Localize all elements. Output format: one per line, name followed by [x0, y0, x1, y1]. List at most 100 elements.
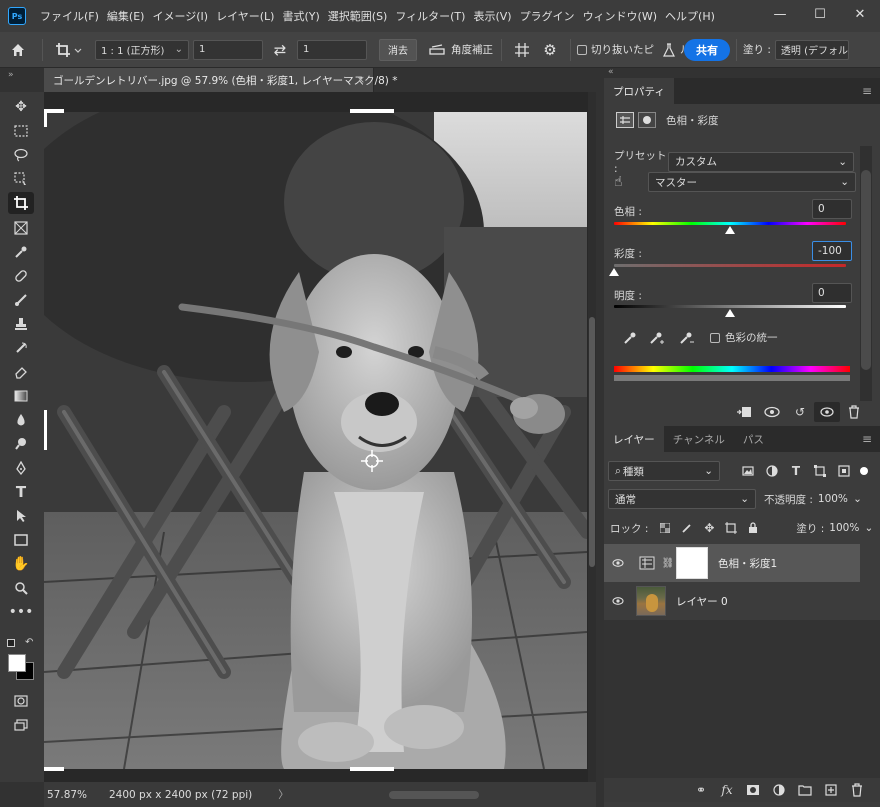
preset-select[interactable]: カスタム ⌄	[668, 151, 854, 172]
filter-pixel-icon[interactable]	[736, 466, 760, 476]
fill-select[interactable]: 透明 (デフォル	[774, 39, 849, 60]
eyedropper-add-icon[interactable]	[642, 331, 672, 345]
lasso-tool-icon[interactable]	[8, 144, 34, 166]
filter-type-icon[interactable]: T	[784, 464, 808, 478]
screen-mode-icon[interactable]	[8, 714, 34, 736]
lightness-slider-thumb[interactable]	[725, 309, 735, 317]
crop-handle-left[interactable]	[44, 410, 47, 450]
menu-layer[interactable]: レイヤー(L)	[212, 8, 278, 24]
ratio-select[interactable]: 1 : 1 (正方形) ⌄	[95, 39, 189, 60]
tab-paths[interactable]: パス	[734, 426, 773, 452]
colorize-checkbox[interactable]	[710, 332, 720, 343]
crop-tool-preset-icon[interactable]	[49, 42, 89, 58]
status-arrow-icon[interactable]: 〉	[278, 787, 289, 802]
clip-to-layer-icon[interactable]	[730, 406, 758, 418]
eraser-tool-icon[interactable]	[8, 361, 34, 383]
adjustment-icon[interactable]	[616, 112, 634, 128]
layer-name[interactable]: レイヤー 0	[676, 594, 728, 609]
layer-name[interactable]: 色相・彩度1	[718, 556, 777, 571]
share-button[interactable]: 共有	[684, 38, 730, 61]
move-tool-icon[interactable]: ✥	[8, 96, 34, 118]
dodge-tool-icon[interactable]	[8, 433, 34, 455]
filter-shape-icon[interactable]	[808, 465, 832, 477]
more-tools-icon[interactable]: •••	[8, 601, 34, 623]
menu-view[interactable]: 表示(V)	[469, 8, 515, 24]
fx-icon[interactable]: fx	[714, 783, 740, 797]
frame-tool-icon[interactable]	[8, 217, 34, 239]
marquee-tool-icon[interactable]	[8, 120, 34, 142]
pen-tool-icon[interactable]	[8, 457, 34, 479]
lock-pixels-icon[interactable]	[676, 522, 698, 534]
close-tab-icon[interactable]: ×	[356, 74, 365, 86]
lock-position-icon[interactable]: ✥	[698, 521, 720, 535]
lightness-slider-track[interactable]	[614, 305, 846, 308]
fill-input[interactable]: 100% ⌄	[827, 518, 875, 538]
eyedropper-subtract-icon[interactable]	[672, 331, 702, 345]
crop-handle-bottom[interactable]	[350, 767, 394, 771]
saturation-slider-track[interactable]	[614, 264, 846, 267]
panel-menu-icon[interactable]: ≡	[862, 84, 872, 98]
gradient-tool-icon[interactable]	[8, 385, 34, 407]
collapse-toolbar-icon[interactable]: »	[8, 70, 14, 80]
layer-visibility-eye-icon[interactable]	[604, 559, 632, 567]
swap-colors-icon[interactable]: ↶	[25, 637, 33, 648]
lock-artboard-icon[interactable]	[720, 522, 742, 534]
view-previous-state-icon[interactable]	[758, 406, 786, 418]
menu-select[interactable]: 選択範囲(S)	[324, 8, 392, 24]
add-mask-icon[interactable]	[740, 784, 766, 796]
lock-all-icon[interactable]	[742, 522, 764, 534]
hue-slider-track[interactable]	[614, 222, 846, 225]
lock-transparent-icon[interactable]	[654, 523, 676, 533]
brush-tool-icon[interactable]	[8, 289, 34, 311]
quick-mask-icon[interactable]	[8, 690, 34, 712]
rectangle-tool-icon[interactable]	[8, 529, 34, 551]
menu-window[interactable]: ウィンドウ(W)	[579, 8, 661, 24]
crop-height-input[interactable]: 1	[297, 39, 367, 60]
canvas-vertical-scrollbar[interactable]	[588, 92, 596, 782]
scroll-thumb[interactable]	[589, 317, 595, 567]
grid-overlay-icon[interactable]	[508, 42, 536, 58]
mask-icon[interactable]	[638, 112, 656, 128]
link-layers-icon[interactable]: ⚭	[688, 783, 714, 797]
layer-mask-thumbnail[interactable]	[676, 547, 708, 579]
clear-button[interactable]: 消去	[379, 38, 417, 61]
lightness-input[interactable]: 0	[812, 283, 852, 303]
trash-icon[interactable]	[844, 783, 870, 797]
tab-channels[interactable]: チャンネル	[664, 426, 734, 452]
crop-tool-icon[interactable]	[8, 192, 34, 214]
reset-icon[interactable]: ↺	[786, 405, 814, 419]
foreground-color-swatch[interactable]	[8, 654, 26, 672]
zoom-tool-icon[interactable]	[8, 577, 34, 599]
path-selection-tool-icon[interactable]	[8, 505, 34, 527]
object-selection-tool-icon[interactable]	[8, 168, 34, 190]
menu-filter[interactable]: フィルター(T)	[391, 8, 469, 24]
tab-properties[interactable]: プロパティ	[604, 78, 674, 104]
new-adjustment-layer-icon[interactable]	[766, 784, 792, 796]
saturation-slider-thumb[interactable]	[609, 268, 619, 276]
zoom-level[interactable]: 57.87%	[47, 789, 97, 801]
crop-handle-top[interactable]	[350, 109, 394, 113]
layer-filter-select[interactable]: ⌕ 種類 ⌄	[608, 461, 720, 481]
history-brush-tool-icon[interactable]	[8, 337, 34, 359]
home-icon[interactable]	[0, 42, 36, 58]
blend-mode-select[interactable]: 通常 ⌄	[608, 489, 756, 509]
menu-help[interactable]: ヘルプ(H)	[661, 8, 719, 24]
close-window-button[interactable]: ✕	[840, 0, 880, 28]
default-colors-icon[interactable]	[7, 639, 15, 647]
opacity-input[interactable]: 100% ⌄	[816, 489, 864, 509]
trash-icon[interactable]	[840, 405, 868, 419]
horizontal-scrollbar[interactable]	[388, 790, 479, 799]
tab-layers[interactable]: レイヤー	[604, 426, 664, 452]
canvas-area[interactable]	[44, 92, 596, 782]
crop-width-input[interactable]: 1	[193, 39, 263, 60]
menu-image[interactable]: イメージ(I)	[148, 8, 212, 24]
new-layer-icon[interactable]	[818, 784, 844, 796]
menu-plugins[interactable]: プラグイン	[516, 8, 579, 24]
panels-collapse-bar[interactable]: «	[604, 67, 880, 78]
eyedropper-tool-icon[interactable]	[8, 241, 34, 263]
filter-adjustment-icon[interactable]	[760, 465, 784, 477]
straighten-label[interactable]: 角度補正	[451, 42, 493, 57]
chain-link-icon[interactable]: ⛓	[662, 558, 675, 569]
hue-slider-thumb[interactable]	[725, 226, 735, 234]
delete-cropped-checkbox[interactable]: 切り抜いたピ	[577, 42, 654, 57]
